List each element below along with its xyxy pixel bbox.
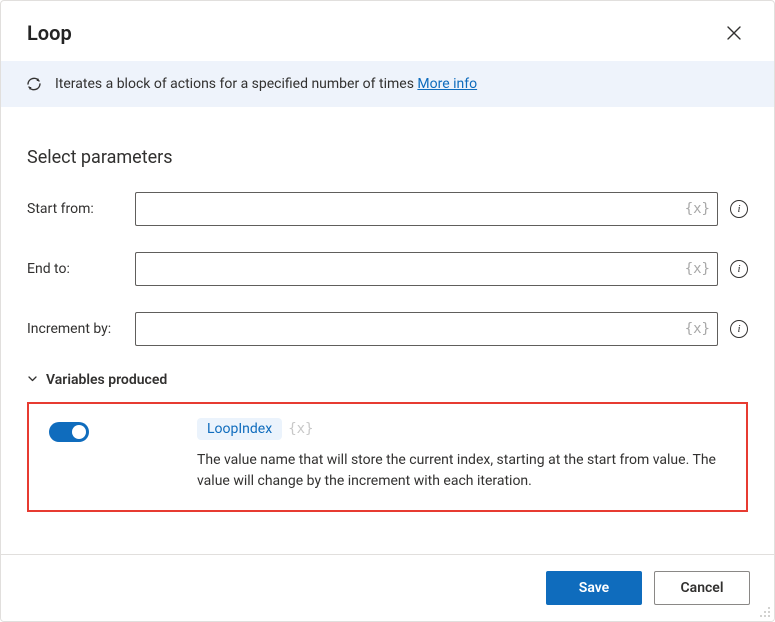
variable-x-icon: {x} bbox=[288, 421, 313, 437]
end-to-label: End to: bbox=[27, 261, 135, 277]
info-text: Iterates a block of actions for a specif… bbox=[55, 76, 477, 92]
close-icon bbox=[727, 26, 741, 40]
variable-picker-icon[interactable]: {x} bbox=[685, 201, 710, 217]
dialog-header: Loop bbox=[1, 1, 774, 61]
close-button[interactable] bbox=[720, 19, 748, 47]
cancel-button[interactable]: Cancel bbox=[654, 571, 750, 605]
field-row-end-to: End to: {x} i bbox=[27, 252, 748, 286]
info-bar: Iterates a block of actions for a specif… bbox=[1, 61, 774, 107]
dialog-footer: Save Cancel bbox=[1, 554, 774, 621]
loop-dialog: Loop Iterates a block of actions for a s… bbox=[0, 0, 775, 622]
increment-label: Increment by: bbox=[27, 321, 135, 337]
variable-description: The value name that will store the curre… bbox=[197, 450, 717, 492]
dialog-content: Select parameters Start from: {x} i End … bbox=[1, 107, 774, 512]
loop-icon bbox=[25, 75, 43, 93]
end-to-input[interactable] bbox=[135, 252, 718, 286]
dialog-title: Loop bbox=[27, 21, 72, 45]
start-from-input[interactable] bbox=[135, 192, 718, 226]
variable-toggle[interactable] bbox=[49, 422, 89, 442]
section-title: Select parameters bbox=[27, 147, 748, 168]
variable-output-highlight: LoopIndex {x} The value name that will s… bbox=[27, 402, 748, 512]
variables-produced-header[interactable]: Variables produced bbox=[27, 372, 748, 388]
info-icon[interactable]: i bbox=[730, 320, 748, 338]
variables-produced-label: Variables produced bbox=[46, 372, 167, 388]
resize-grip-icon[interactable] bbox=[759, 606, 771, 618]
chevron-down-icon bbox=[27, 372, 38, 388]
variable-picker-icon[interactable]: {x} bbox=[685, 321, 710, 337]
start-from-label: Start from: bbox=[27, 201, 135, 217]
info-text-content: Iterates a block of actions for a specif… bbox=[55, 76, 417, 92]
field-row-start-from: Start from: {x} i bbox=[27, 192, 748, 226]
info-icon[interactable]: i bbox=[730, 200, 748, 218]
more-info-link[interactable]: More info bbox=[417, 76, 477, 92]
variable-picker-icon[interactable]: {x} bbox=[685, 261, 710, 277]
variable-name-pill[interactable]: LoopIndex bbox=[197, 418, 282, 440]
field-row-increment: Increment by: {x} i bbox=[27, 312, 748, 346]
increment-input[interactable] bbox=[135, 312, 718, 346]
info-icon[interactable]: i bbox=[730, 260, 748, 278]
save-button[interactable]: Save bbox=[546, 571, 642, 605]
